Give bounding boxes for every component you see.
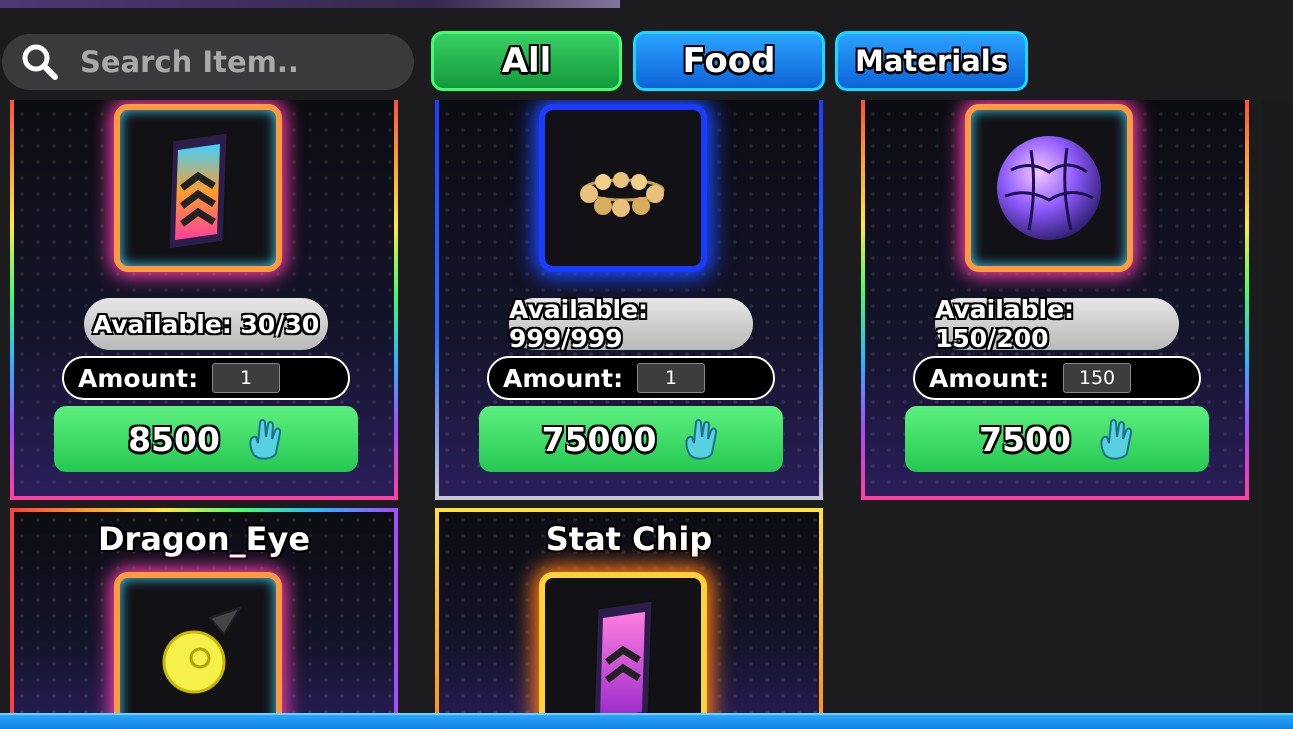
buy-button[interactable]: 7500 [905,406,1209,472]
amount-input[interactable] [1063,363,1131,393]
amount-row: Amount: [913,356,1201,400]
search-icon [22,44,58,80]
item-name: Stat Chip [545,520,713,558]
tab-all[interactable]: All [431,31,622,91]
gem-hand-icon [1100,419,1133,460]
tab-food[interactable]: Food [633,31,825,91]
gem-hand-icon [249,419,282,460]
buy-button[interactable]: 75000 [479,406,783,472]
item-image-frame [114,572,282,714]
item-image-frame [539,104,707,272]
item-card: Available: 30/30 Amount: 8500 [10,100,398,500]
golden-beads-icon [580,172,665,217]
amount-input[interactable] [212,363,280,393]
gem-hand-icon [685,419,718,460]
cosmic-orb-icon [997,136,1101,240]
stat-chip-pink-icon [591,598,655,714]
item-card: Available: 150/200 Amount: 7500 [861,100,1249,500]
price-label: 8500 [128,419,220,459]
item-image-frame [965,104,1133,272]
amount-label: Amount: [503,363,624,393]
amount-label: Amount: [929,363,1050,393]
availability-badge: Available: 30/30 [84,298,328,350]
price-label: 75000 [541,419,657,459]
right-panel-edge [1262,100,1293,713]
item-card: Available: 999/999 Amount: 75000 [435,100,823,500]
availability-badge: Available: 999/999 [509,295,753,353]
amount-input[interactable] [637,363,705,393]
top-decoration-line [0,0,620,8]
amount-label: Amount: [78,363,199,393]
amount-row: Amount: [487,356,775,400]
item-grid: Available: 30/30 Amount: 8500 Available:… [0,100,1293,714]
item-image-frame [114,104,282,272]
item-card: Dragon_Eye [10,508,398,714]
search-bar[interactable] [2,34,414,90]
dragon-eye-icon [162,606,243,694]
tab-materials[interactable]: Materials [835,31,1028,91]
item-name: Dragon_Eye [97,520,311,558]
item-image-frame [539,572,707,714]
stat-chip-rainbow-icon [166,130,230,252]
price-label: 7500 [979,419,1071,459]
amount-row: Amount: [62,356,350,400]
item-card: Stat Chip [435,508,823,714]
availability-badge: Available: 150/200 [935,295,1179,353]
buy-button[interactable]: 8500 [54,406,358,472]
search-input[interactable] [78,44,402,80]
